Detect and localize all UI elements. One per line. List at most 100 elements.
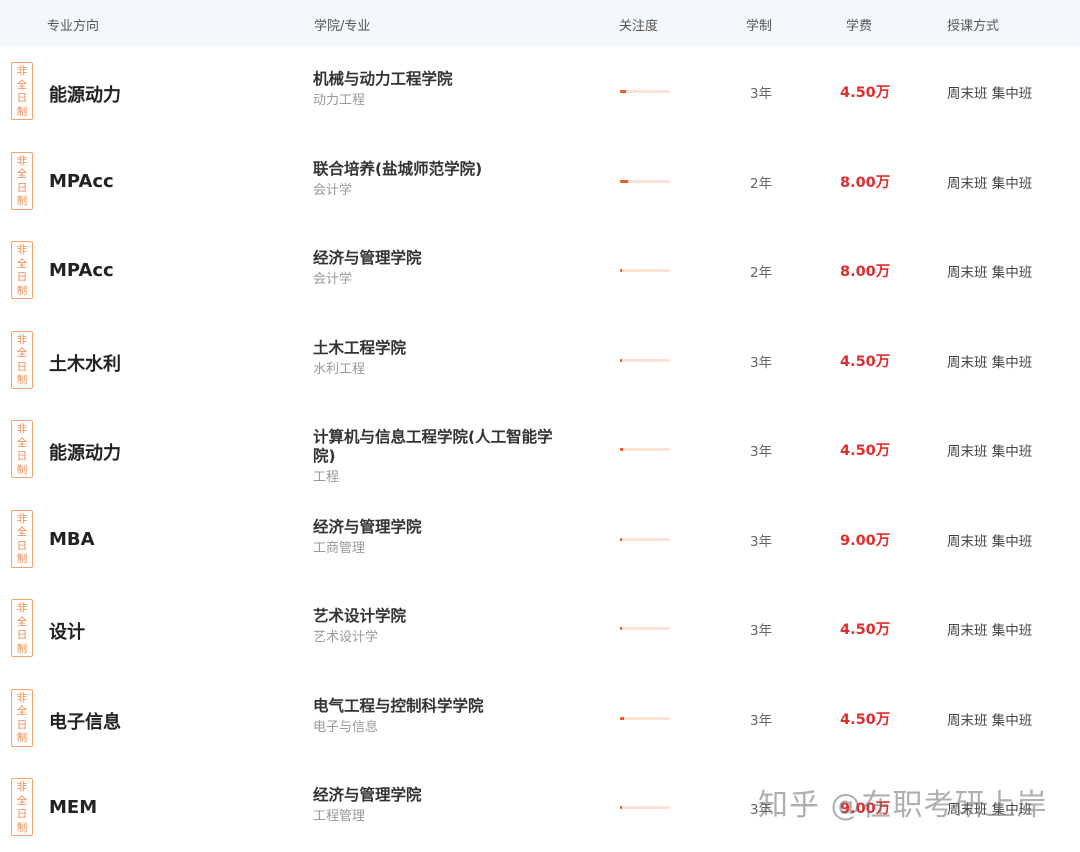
duration: 3年 bbox=[750, 444, 773, 460]
program-direction[interactable]: 土木水利 bbox=[49, 350, 121, 376]
program-direction[interactable]: 设计 bbox=[49, 618, 85, 644]
tag-char: 非 bbox=[16, 602, 28, 614]
tuition-fee: 9.00万 bbox=[840, 532, 891, 549]
table-row[interactable]: 非 全 日 制 设计 艺术设计学院 艺术设计学 3年 4.50万 周末班 集中班 bbox=[0, 583, 1080, 673]
program-direction[interactable]: 能源动力 bbox=[49, 439, 121, 465]
program-direction[interactable]: MPAcc bbox=[49, 171, 114, 192]
tag-char: 日 bbox=[16, 629, 28, 641]
tag-char: 日 bbox=[16, 92, 28, 104]
college-name[interactable]: 计算机与信息工程学院(人工智能学院) bbox=[313, 428, 573, 466]
college-block: 经济与管理学院 工商管理 bbox=[313, 518, 573, 557]
tag-char: 制 bbox=[16, 553, 28, 565]
tag-char: 全 bbox=[16, 78, 28, 91]
tag-char: 全 bbox=[16, 705, 28, 717]
attention-bar-fill bbox=[620, 358, 622, 362]
header-attention: 关注度 bbox=[619, 19, 659, 34]
tag-char: 非 bbox=[16, 333, 28, 346]
program-direction[interactable]: 电子信息 bbox=[49, 708, 121, 734]
attention-bar bbox=[620, 358, 670, 362]
major-name: 动力工程 bbox=[313, 93, 366, 108]
tag-char: 全 bbox=[16, 436, 28, 449]
teaching-mode: 周末班 集中班 bbox=[947, 712, 1033, 729]
tag-char: 非 bbox=[16, 244, 28, 256]
program-list: 非 全 日 制 能源动力 机械与动力工程学院 动力工程 3年 4.50万 周末班… bbox=[0, 46, 1080, 852]
college-name[interactable]: 艺术设计学院 bbox=[313, 607, 573, 626]
study-mode-tag: 非 全 日 制 bbox=[11, 151, 33, 210]
attention-bar-fill bbox=[620, 448, 623, 451]
tag-char: 全 bbox=[16, 168, 28, 180]
tag-char: 全 bbox=[16, 615, 28, 628]
college-name[interactable]: 经济与管理学院 bbox=[313, 518, 573, 537]
duration: 3年 bbox=[750, 354, 773, 371]
college-block: 计算机与信息工程学院(人工智能学院) 工程 bbox=[313, 428, 573, 486]
program-direction[interactable]: MEM bbox=[49, 797, 97, 818]
major-name: 工商管理 bbox=[313, 540, 366, 556]
study-mode-tag: 非 全 日 制 bbox=[11, 330, 33, 389]
attention-bar-fill bbox=[620, 627, 622, 630]
attention-bar-fill bbox=[620, 179, 628, 183]
teaching-mode: 周末班 集中班 bbox=[947, 444, 1033, 460]
college-name[interactable]: 联合培养(盐城师范学院) bbox=[313, 160, 573, 179]
duration: 3年 bbox=[750, 623, 773, 639]
college-name[interactable]: 经济与管理学院 bbox=[313, 786, 573, 805]
study-mode-tag: 非 全 日 制 bbox=[11, 241, 33, 299]
college-block: 经济与管理学院 会计学 bbox=[313, 249, 573, 288]
header-fee: 学费 bbox=[846, 19, 873, 34]
tag-char: 制 bbox=[16, 284, 28, 297]
attention-bar-fill bbox=[620, 90, 626, 93]
table-row[interactable]: 非 全 日 制 MBA 经济与管理学院 工商管理 3年 9.00万 周末班 集中… bbox=[0, 494, 1080, 584]
major-name: 工程 bbox=[313, 470, 340, 485]
study-mode-tag: 非 全 日 制 bbox=[11, 599, 33, 657]
college-name[interactable]: 土木工程学院 bbox=[313, 339, 573, 358]
tag-char: 全 bbox=[16, 526, 28, 538]
tag-char: 日 bbox=[16, 181, 28, 194]
table-row[interactable]: 非 全 日 制 土木水利 土木工程学院 水利工程 3年 4.50万 周末班 集中… bbox=[0, 315, 1080, 405]
college-block: 电气工程与控制科学学院 电子与信息 bbox=[313, 697, 573, 736]
major-name: 电子与信息 bbox=[313, 719, 379, 735]
tag-char: 制 bbox=[16, 642, 28, 655]
duration: 3年 bbox=[750, 533, 773, 550]
major-name: 会计学 bbox=[313, 182, 353, 198]
study-mode-tag: 非 全 日 制 bbox=[11, 778, 33, 836]
tuition-fee: 4.50万 bbox=[840, 622, 891, 638]
tag-char: 制 bbox=[16, 374, 28, 386]
program-direction[interactable]: MPAcc bbox=[49, 260, 114, 281]
attention-bar-fill bbox=[620, 716, 624, 720]
attention-bar bbox=[620, 269, 670, 272]
study-mode-tag: 非 全 日 制 bbox=[11, 62, 33, 120]
study-mode-tag: 非 全 日 制 bbox=[11, 420, 33, 478]
program-direction[interactable]: 能源动力 bbox=[49, 81, 121, 107]
tag-char: 非 bbox=[16, 423, 28, 435]
tuition-fee: 4.50万 bbox=[840, 85, 891, 101]
attention-bar bbox=[620, 90, 670, 93]
tuition-fee: 8.00万 bbox=[840, 264, 891, 280]
table-header: 专业方向 学院/专业 关注度 学制 学费 授课方式 bbox=[0, 0, 1080, 46]
header-direction: 专业方向 bbox=[47, 19, 100, 34]
table-row[interactable]: 非 全 日 制 MPAcc 联合培养(盐城师范学院) 会计学 2年 8.00万 … bbox=[0, 136, 1080, 226]
attention-bar-fill bbox=[620, 537, 622, 541]
header-duration: 学制 bbox=[746, 19, 773, 34]
tuition-fee: 8.00万 bbox=[840, 174, 891, 191]
tag-char: 制 bbox=[16, 821, 28, 834]
tag-char: 日 bbox=[16, 271, 28, 283]
attention-bar bbox=[620, 716, 670, 720]
tuition-fee: 4.50万 bbox=[840, 353, 891, 370]
college-name[interactable]: 机械与动力工程学院 bbox=[313, 70, 573, 89]
program-direction[interactable]: MBA bbox=[49, 529, 95, 550]
duration: 3年 bbox=[750, 86, 773, 102]
header-college: 学院/专业 bbox=[314, 19, 371, 34]
table-row[interactable]: 非 全 日 制 MPAcc 经济与管理学院 会计学 2年 8.00万 周末班 集… bbox=[0, 225, 1080, 315]
teaching-mode: 周末班 集中班 bbox=[947, 623, 1033, 639]
college-block: 联合培养(盐城师范学院) 会计学 bbox=[313, 160, 573, 199]
table-row[interactable]: 非 全 日 制 能源动力 计算机与信息工程学院(人工智能学院) 工程 3年 4.… bbox=[0, 404, 1080, 494]
tag-char: 全 bbox=[16, 257, 28, 270]
duration: 2年 bbox=[750, 265, 773, 281]
study-mode-tag: 非 全 日 制 bbox=[11, 509, 33, 568]
tag-char: 日 bbox=[16, 808, 28, 820]
college-name[interactable]: 电气工程与控制科学学院 bbox=[313, 697, 573, 716]
table-row[interactable]: 非 全 日 制 能源动力 机械与动力工程学院 动力工程 3年 4.50万 周末班… bbox=[0, 46, 1080, 136]
college-block: 艺术设计学院 艺术设计学 bbox=[313, 607, 573, 646]
college-name[interactable]: 经济与管理学院 bbox=[313, 249, 573, 268]
table-row[interactable]: 非 全 日 制 电子信息 电气工程与控制科学学院 电子与信息 3年 4.50万 … bbox=[0, 673, 1080, 763]
attention-bar bbox=[620, 537, 670, 541]
